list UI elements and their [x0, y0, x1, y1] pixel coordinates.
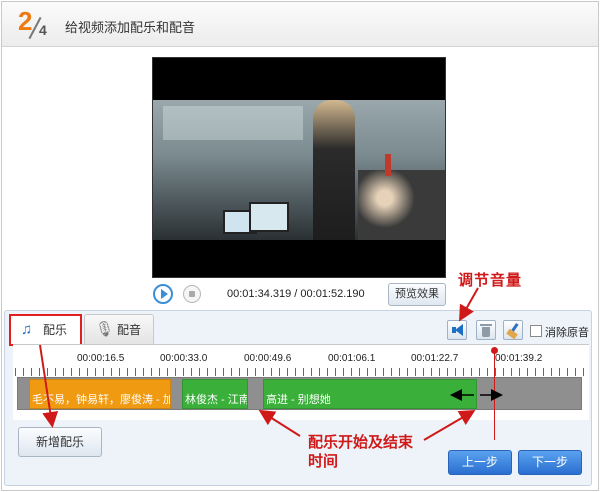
stop-icon[interactable] — [183, 285, 201, 303]
preview-button[interactable]: 预览效果 — [388, 283, 446, 306]
playhead-handle[interactable] — [491, 347, 498, 354]
next-step-button[interactable]: 下一步 — [518, 450, 582, 475]
broom-icon[interactable] — [503, 320, 523, 340]
ruler-label: 00:00:33.0 — [160, 353, 208, 364]
tab-dubbing[interactable]: 🎙 配音 — [84, 314, 154, 344]
annotation-start-end: 配乐开始及结束时间 — [308, 434, 414, 470]
mute-original-checkbox[interactable] — [530, 325, 542, 337]
microphone-icon: 🎙 — [95, 321, 115, 338]
tab-dubbing-label: 配音 — [117, 323, 142, 337]
prev-step-button[interactable]: 上一步 — [448, 450, 512, 475]
annotation-volume: 调节音量 — [458, 272, 523, 289]
ruler-ticks — [15, 368, 585, 376]
music-clip[interactable]: 高进 - 别想她 — [263, 379, 477, 409]
ruler-label: 00:00:16.5 — [77, 353, 125, 364]
add-music-button[interactable]: 新增配乐 — [18, 427, 102, 457]
trash-icon[interactable] — [476, 320, 496, 340]
ruler-label: 00:01:39.2 — [495, 353, 543, 364]
time-display: 00:01:34.319 / 00:01:52.190 — [227, 288, 365, 300]
step-indicator: 2 4 — [16, 6, 56, 44]
music-clip[interactable]: 林俊杰 - 江南 — [182, 379, 248, 409]
playhead[interactable] — [494, 348, 495, 440]
page-title: 给视频添加配乐和配音 — [65, 20, 196, 35]
ruler-label: 00:01:06.1 — [328, 353, 376, 364]
music-clip[interactable]: 毛不易，钟易轩，廖俊涛 - 加喂 — [29, 379, 171, 409]
ruler-label: 00:01:22.7 — [411, 353, 459, 364]
play-icon[interactable] — [153, 284, 173, 304]
video-frame — [153, 100, 445, 240]
step-total: 4 — [39, 22, 47, 38]
mute-original-label: 消除原音 — [545, 327, 589, 339]
volume-icon[interactable] — [447, 320, 467, 340]
video-preview[interactable] — [152, 57, 446, 278]
ruler-label: 00:00:49.6 — [244, 353, 292, 364]
tab-music[interactable]: ♫ 配乐 — [9, 314, 82, 346]
step-header: 2 4 给视频添加配乐和配音 — [2, 2, 598, 47]
highlight-box — [9, 314, 82, 346]
